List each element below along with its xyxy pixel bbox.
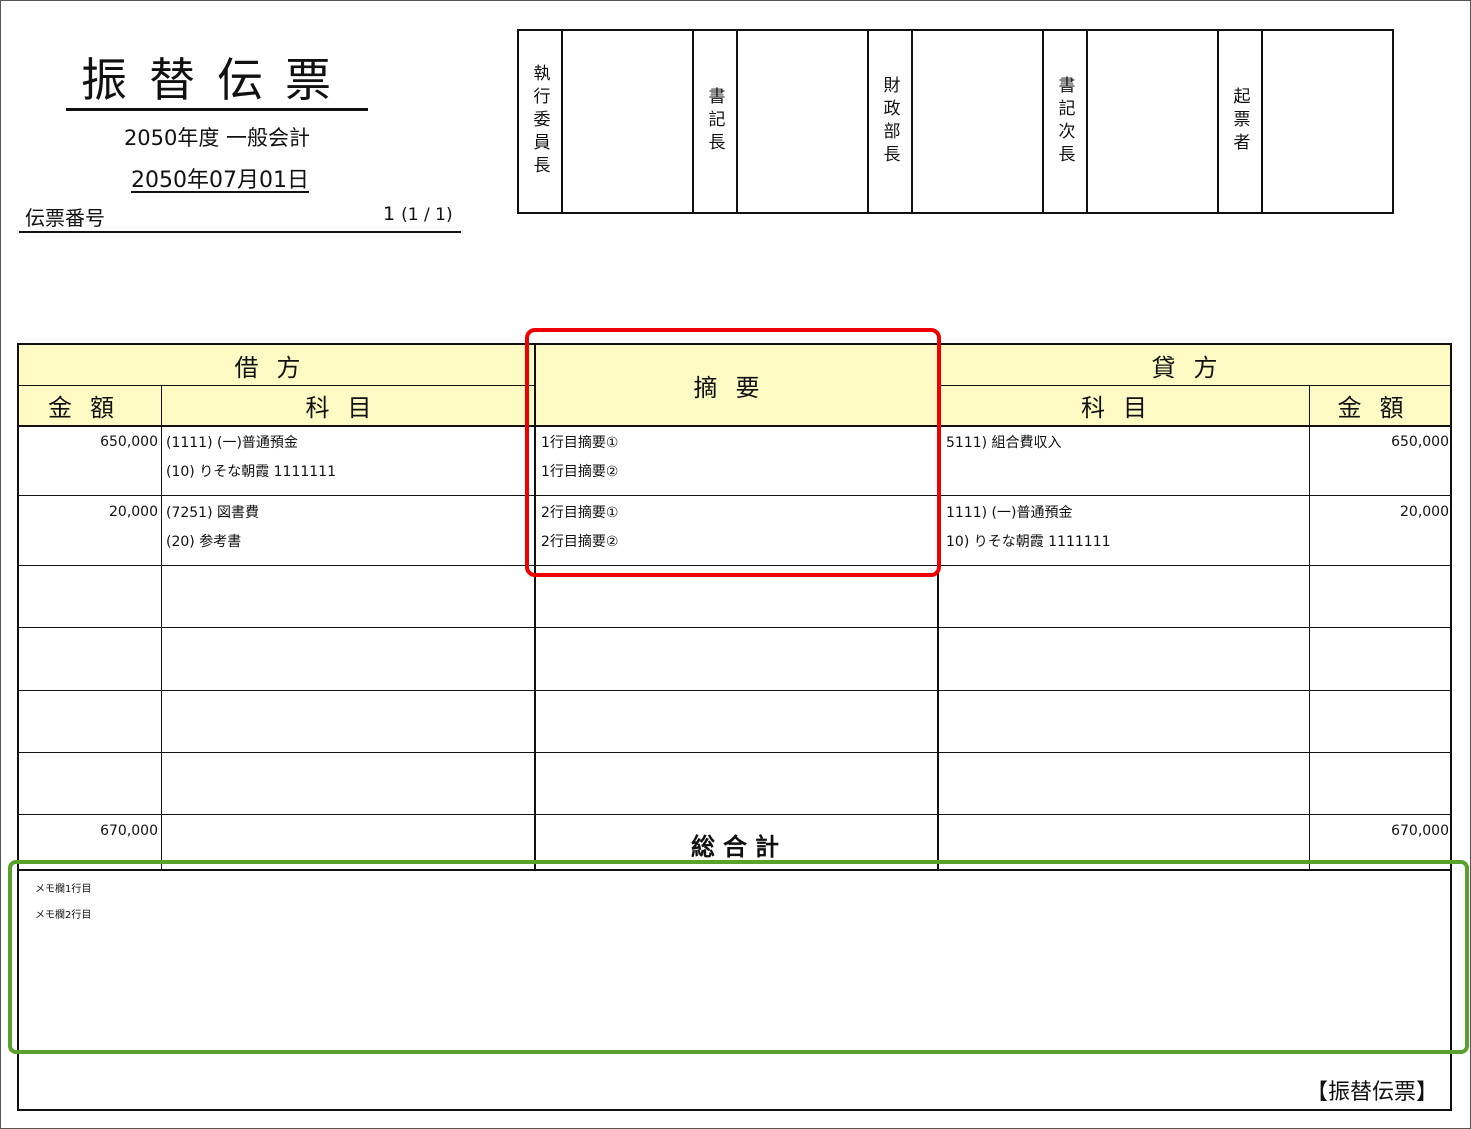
credit-account: 5111) 組合費収入 <box>946 435 1062 451</box>
approval-stamp-cell[interactable] <box>913 31 1044 212</box>
credit-amount: 650,000 <box>1391 434 1449 450</box>
approval-label: 書記長 <box>694 31 738 212</box>
grid-line <box>19 814 1450 815</box>
grid-line <box>19 627 1450 628</box>
debit-sub-account: (20) 参考書 <box>166 534 242 550</box>
slip-number-label: 伝票番号 <box>25 206 105 230</box>
approval-boxes: 執行委員長 書記長 財政部長 書記次長 起票者 <box>517 29 1394 214</box>
approval-stamp-cell[interactable] <box>563 31 694 212</box>
approval-label: 書記次長 <box>1044 31 1088 212</box>
debit-amount: 20,000 <box>109 504 158 520</box>
debit-header: 借方 <box>19 345 534 385</box>
credit-account: 1111) (一)普通預金 <box>946 505 1073 521</box>
credit-total: 670,000 <box>1391 823 1449 839</box>
debit-amount-header: 金額 <box>19 385 161 425</box>
slip-number: 1 (1 / 1) <box>383 203 453 225</box>
slip-page: (1 / 1) <box>401 205 453 225</box>
debit-account: (7251) 図書費 <box>166 505 260 521</box>
debit-amount: 650,000 <box>100 434 158 450</box>
debit-sub-account: (10) りそな朝霞 1111111 <box>166 464 336 480</box>
approval-label: 起票者 <box>1219 31 1263 212</box>
grid-line <box>937 385 1450 386</box>
credit-sub-account: 10) りそな朝霞 1111111 <box>946 534 1111 550</box>
debit-account-header: 科目 <box>161 385 534 425</box>
approval-label: 執行委員長 <box>519 31 563 212</box>
credit-amount-header: 金額 <box>1309 385 1450 425</box>
credit-amount: 20,000 <box>1400 504 1449 520</box>
credit-header: 貸方 <box>937 345 1450 385</box>
debit-total: 670,000 <box>100 823 158 839</box>
approval-label: 財政部長 <box>869 31 913 212</box>
document-title: 振替伝票 <box>66 52 368 111</box>
fiscal-year: 2050年度 一般会計 <box>123 126 311 150</box>
grand-total-label: 総合計 <box>691 833 787 861</box>
grid-line <box>19 752 1450 753</box>
grid-line <box>161 385 162 869</box>
approval-stamp-cell[interactable] <box>738 31 869 212</box>
grid-line <box>19 385 534 386</box>
grid-line <box>1309 385 1310 869</box>
slip-date: 2050年07月01日 <box>131 168 309 193</box>
debit-account: (1111) (一)普通預金 <box>166 435 298 451</box>
credit-account-header: 科目 <box>937 385 1309 425</box>
approval-stamp-cell[interactable] <box>1088 31 1219 212</box>
slip-number-value: 1 <box>383 203 396 225</box>
slip-number-underline <box>19 231 461 233</box>
grid-line <box>19 690 1450 691</box>
footer-label: 【振替伝票】 <box>1306 1080 1439 1105</box>
summary-highlight <box>525 328 941 577</box>
memo-highlight <box>8 860 1469 1054</box>
approval-stamp-cell[interactable] <box>1263 31 1392 212</box>
